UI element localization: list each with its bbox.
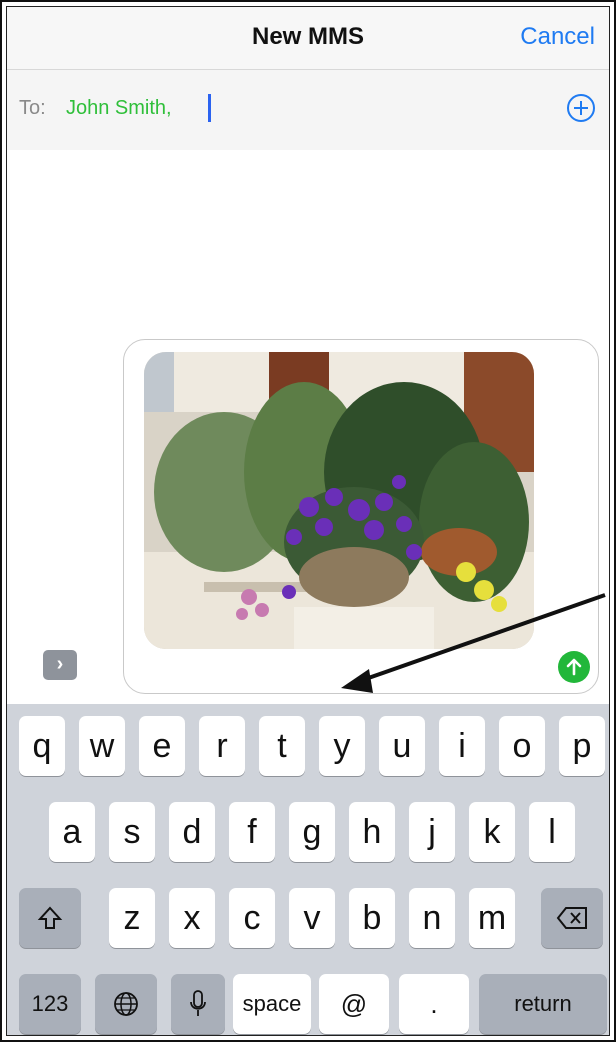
- key-l[interactable]: l: [529, 802, 575, 862]
- recipient-name[interactable]: John Smith,: [66, 97, 172, 120]
- key-d[interactable]: d: [169, 802, 215, 862]
- key-p[interactable]: p: [559, 716, 605, 776]
- key-n[interactable]: n: [409, 888, 455, 948]
- recipient-field[interactable]: To: John Smith,: [7, 70, 609, 150]
- key-w[interactable]: w: [79, 716, 125, 776]
- at-key[interactable]: @: [319, 974, 389, 1034]
- key-z[interactable]: z: [109, 888, 155, 948]
- numbers-key[interactable]: 123: [19, 974, 81, 1034]
- attached-photo[interactable]: [144, 352, 534, 649]
- screenshot-frame: New MMS Cancel To: John Smith, › q w e r…: [0, 0, 616, 1042]
- to-label: To:: [19, 97, 46, 119]
- key-s[interactable]: s: [109, 802, 155, 862]
- microphone-icon: [190, 990, 206, 1016]
- add-contact-icon[interactable]: [567, 94, 595, 122]
- phone-screen: New MMS Cancel To: John Smith, › q w e r…: [6, 6, 610, 1036]
- shift-icon: [37, 906, 63, 929]
- arrow-up-icon: [566, 658, 582, 676]
- key-o[interactable]: o: [499, 716, 545, 776]
- key-g[interactable]: g: [289, 802, 335, 862]
- key-u[interactable]: u: [379, 716, 425, 776]
- key-c[interactable]: c: [229, 888, 275, 948]
- key-j[interactable]: j: [409, 802, 455, 862]
- key-m[interactable]: m: [469, 888, 515, 948]
- return-key[interactable]: return: [479, 974, 607, 1034]
- chevron-right-icon: ›: [56, 653, 64, 675]
- cancel-button[interactable]: Cancel: [520, 23, 595, 51]
- period-key[interactable]: .: [399, 974, 469, 1034]
- key-e[interactable]: e: [139, 716, 185, 776]
- key-x[interactable]: x: [169, 888, 215, 948]
- expand-apps-button[interactable]: ›: [43, 650, 77, 680]
- key-i[interactable]: i: [439, 716, 485, 776]
- page-title: New MMS: [251, 23, 364, 50]
- delete-key[interactable]: [541, 888, 603, 948]
- message-compose-box[interactable]: [123, 339, 599, 694]
- navigation-bar: New MMS Cancel: [7, 7, 609, 70]
- flower-photo-image: [144, 352, 534, 649]
- keyboard: q w e r t y u i o p a s d f g h j k l z …: [7, 704, 609, 1035]
- send-button[interactable]: [558, 651, 590, 683]
- backspace-icon: [556, 907, 587, 929]
- globe-key[interactable]: [95, 974, 157, 1034]
- text-cursor: [208, 94, 211, 122]
- key-r[interactable]: r: [199, 716, 245, 776]
- key-b[interactable]: b: [349, 888, 395, 948]
- shift-key[interactable]: [19, 888, 81, 948]
- key-q[interactable]: q: [19, 716, 65, 776]
- key-y[interactable]: y: [319, 716, 365, 776]
- space-key[interactable]: space: [233, 974, 311, 1034]
- key-a[interactable]: a: [49, 802, 95, 862]
- key-k[interactable]: k: [469, 802, 515, 862]
- key-f[interactable]: f: [229, 802, 275, 862]
- globe-icon: [114, 992, 138, 1016]
- key-v[interactable]: v: [289, 888, 335, 948]
- dictation-key[interactable]: [171, 974, 225, 1034]
- key-t[interactable]: t: [259, 716, 305, 776]
- key-h[interactable]: h: [349, 802, 395, 862]
